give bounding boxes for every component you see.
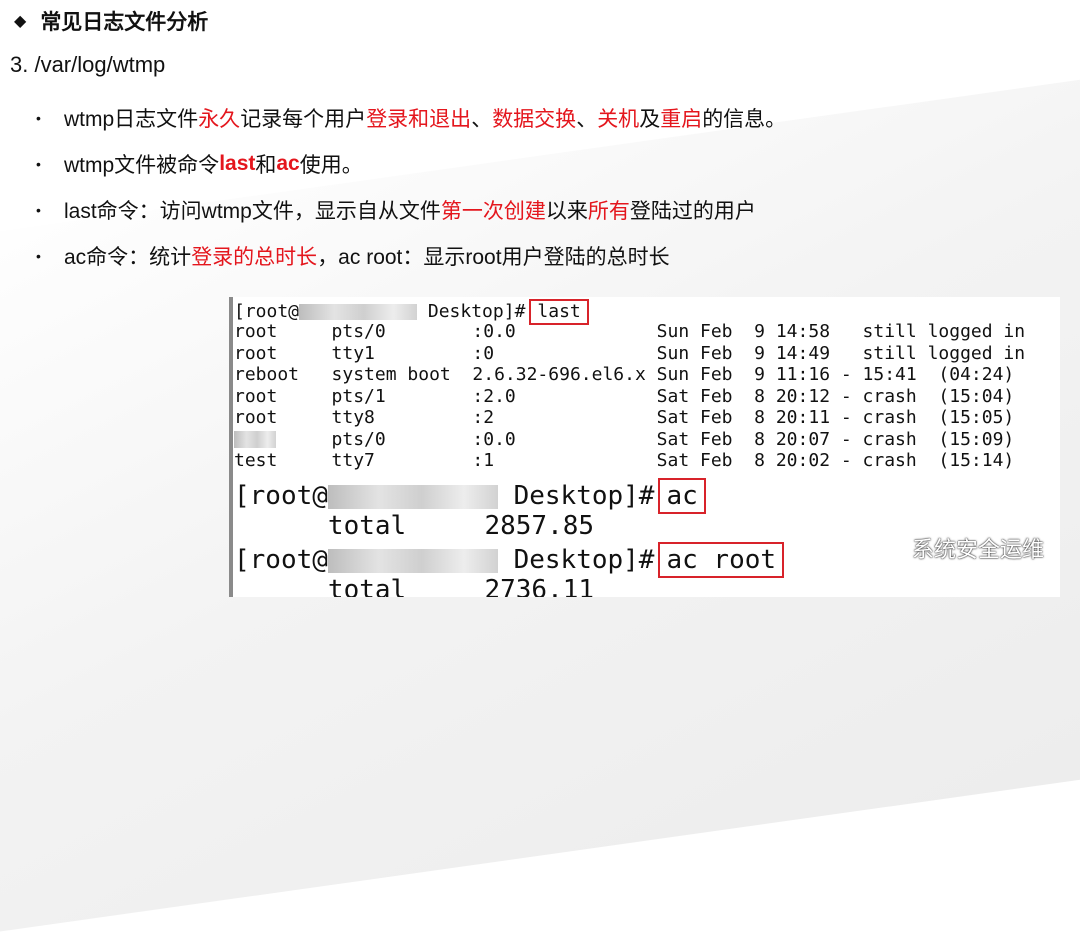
section-title-text: 常见日志文件分析 [40, 11, 209, 34]
watermark-text: 系统安全运维 [911, 537, 1044, 562]
highlight-text: 登录和退出 [366, 108, 472, 131]
bullet-text: 登陆过的用户 [629, 200, 756, 223]
redacted-hostname [327, 484, 498, 509]
highlight-text: 第一次创建 [440, 200, 546, 223]
bullet-text: 及 [639, 108, 661, 131]
bullet-text: 以来 [545, 200, 588, 223]
watermark: 系统安全运维 [870, 532, 1044, 564]
bullet-text: ac命令：统计 [64, 246, 192, 269]
terminal-row: root tty8 :2 Sat Feb 8 20:11 - crash (15… [234, 407, 1015, 428]
redacted-username [234, 431, 276, 448]
wechat-icon [870, 535, 903, 560]
bullet-item: • last命令：访问wtmp文件，显示自从文件 第一次创建 以来 所有 登陆过的用户 [36, 187, 1076, 233]
prompt-line-ac-root: [root@ Desktop]# ac root [234, 542, 785, 578]
highlight-text: 数据交换 [492, 108, 577, 131]
command-ac-root: ac root [666, 545, 777, 575]
bullet-item: • ac命令：统计 登录的总时长 ，ac root：显示root用户登陆的总时长 [36, 233, 1076, 279]
bullet-dot-icon: • [36, 110, 41, 126]
command-box-ac-root: ac root [658, 542, 785, 578]
highlight-text: 登录的总时长 [191, 246, 318, 269]
terminal-row: root tty1 :0 Sun Feb 9 14:49 still logge… [234, 342, 1026, 364]
bullet-text: wtmp文件被命令 [64, 154, 220, 177]
prompt-suffix: Desktop]# [417, 301, 526, 322]
bullet-dot-icon: • [36, 202, 41, 218]
bullet-list: • wtmp日志文件 永久 记录每个用户 登录和退出、数据交换、关机及重启 的信息。 • wt… [36, 95, 1076, 279]
highlight-text: 重启 [660, 108, 703, 131]
bullet-text: ，ac root：显示root用户登陆的总时长 [317, 246, 670, 269]
terminal-row: root pts/1 :2.0 Sat Feb 8 20:12 - crash … [234, 385, 1015, 407]
bullet-item: • wtmp日志文件 永久 记录每个用户 登录和退出、数据交换、关机及重启 的信息。 [36, 95, 1076, 141]
highlight-text: ac [276, 152, 300, 175]
bullet-text: 使用。 [299, 154, 363, 177]
terminal-left-border [229, 297, 233, 597]
highlight-text: last [219, 152, 256, 175]
highlight-text: 关机 [597, 108, 640, 131]
bullet-text: 和 [255, 154, 277, 177]
command-last: last [537, 301, 581, 322]
bullet-text: 、 [471, 108, 493, 131]
terminal-row: test tty7 :1 Sat Feb 8 20:02 - crash (15… [234, 450, 1015, 471]
bullet-text: 、 [576, 108, 598, 131]
terminal-row: pts/0 :0.0 Sat Feb 8 20:07 - crash (15:0… [234, 428, 1015, 450]
bullet-text: 的信息。 [702, 108, 787, 131]
prompt-suffix: Desktop]# [497, 481, 655, 511]
subtitle: 3. /var/log/wtmp [10, 52, 166, 77]
bullet-dot-icon: • [36, 156, 41, 172]
command-ac: ac [666, 481, 698, 511]
redacted-hostname [327, 548, 498, 573]
prompt-prefix: [root@ [234, 545, 328, 575]
command-box-ac: ac [658, 478, 706, 514]
prompt-prefix: [root@ [234, 481, 328, 511]
ac-total-line: total 2857.85 [234, 511, 595, 541]
ac-root-total-line: total 2736.11 [234, 575, 595, 597]
bullet-text: last命令：访问wtmp文件，显示自从文件 [64, 200, 441, 223]
redacted-hostname [299, 304, 418, 320]
slide: ◆ 常见日志文件分析 3. /var/log/wtmp • wtmp日志文件 永久记… [0, 0, 1080, 597]
highlight-text: 所有 [587, 200, 630, 223]
prompt-line-last: [root@ Desktop]# last [234, 299, 589, 325]
prompt-prefix: [root@ [234, 301, 300, 322]
bullet-text: 记录每个用户 [240, 108, 367, 131]
section-title: ◆ 常见日志文件分析 [14, 4, 208, 38]
bullet-dot-icon: • [36, 248, 41, 264]
highlight-text: 永久 [198, 108, 241, 131]
diamond-bullet-icon: ◆ [14, 13, 27, 30]
terminal-row: reboot system boot 2.6.32-696.el6.x Sun … [234, 364, 1015, 385]
bullet-text: wtmp日志文件 [64, 108, 199, 131]
prompt-line-ac: [root@ Desktop]# ac [234, 478, 706, 514]
bullet-item: • wtmp文件被命令 last 和 ac 使用。 [36, 141, 1076, 187]
prompt-suffix: Desktop]# [497, 545, 655, 575]
terminal-row: root pts/0 :0.0 Sun Feb 9 14:58 still lo… [234, 321, 1026, 342]
